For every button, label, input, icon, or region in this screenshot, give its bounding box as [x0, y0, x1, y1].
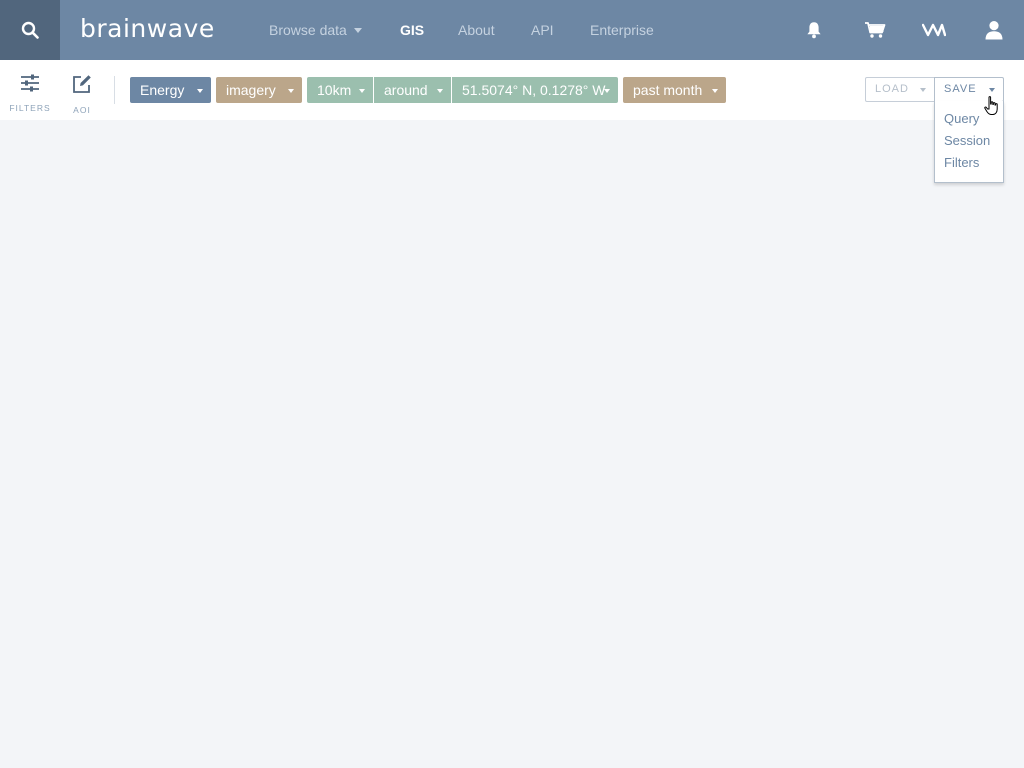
load-button[interactable]: LOAD	[865, 77, 935, 102]
chevron-down-icon	[359, 89, 365, 93]
account-button[interactable]	[980, 16, 1008, 44]
chevron-down-icon	[288, 89, 294, 93]
filter-toolbar: FILTERS AOI Energy imagery 10km around 5…	[0, 60, 1024, 120]
filters-label: FILTERS	[9, 103, 51, 113]
brand-logo[interactable]: brainwave	[80, 12, 215, 46]
cart-icon	[865, 22, 886, 38]
nav-about[interactable]: About	[458, 0, 495, 60]
user-icon	[985, 21, 1003, 40]
cart-button[interactable]	[861, 16, 889, 44]
filter-chip-relation[interactable]: around	[373, 77, 451, 103]
chevron-down-icon	[353, 28, 362, 33]
main-content-area	[0, 120, 1024, 768]
hand-pointer-cursor-icon	[984, 96, 998, 115]
chevron-down-icon	[920, 88, 926, 92]
filter-chip-time-range[interactable]: past month	[623, 77, 726, 103]
chevron-down-icon	[989, 88, 995, 92]
toolbar-divider	[114, 76, 115, 104]
search-button[interactable]	[0, 0, 60, 60]
nav-enterprise[interactable]: Enterprise	[590, 0, 654, 60]
filter-chip-location-label: 51.5074° N, 0.1278° W	[462, 82, 606, 98]
filter-chip-relation-label: around	[384, 82, 428, 98]
bell-icon	[807, 22, 821, 39]
nav-browse-data-label: Browse data	[269, 22, 347, 38]
filter-chip-type[interactable]: imagery	[216, 77, 302, 103]
notifications-button[interactable]	[800, 16, 828, 44]
load-button-label: LOAD	[875, 83, 909, 95]
filter-chip-time-range-label: past month	[633, 82, 703, 98]
chevron-down-icon	[712, 89, 718, 93]
top-navbar: brainwave Browse data GIS About API Ente…	[0, 0, 1024, 60]
filter-chip-category[interactable]: Energy	[130, 77, 211, 103]
nav-browse-data[interactable]: Browse data	[269, 0, 362, 60]
brand-mark-icon	[922, 23, 946, 37]
chevron-down-icon	[197, 89, 203, 93]
brand-mark-button[interactable]	[920, 16, 948, 44]
filter-chip-category-label: Energy	[140, 82, 185, 98]
aoi-label: AOI	[73, 105, 91, 115]
filter-chip-radius[interactable]: 10km	[307, 77, 373, 103]
chevron-down-icon	[437, 89, 443, 93]
aoi-button[interactable]: AOI	[60, 74, 104, 115]
sliders-icon	[21, 74, 39, 92]
edit-icon	[73, 75, 91, 93]
filters-button[interactable]: FILTERS	[8, 74, 52, 113]
filter-chip-type-label: imagery	[226, 82, 276, 98]
save-button-label: SAVE	[944, 83, 977, 95]
chevron-down-icon	[604, 89, 610, 93]
search-icon	[21, 21, 39, 39]
filter-chip-radius-label: 10km	[317, 82, 352, 98]
nav-api[interactable]: API	[531, 0, 554, 60]
filter-chip-location[interactable]: 51.5074° N, 0.1278° W	[451, 77, 618, 103]
nav-gis[interactable]: GIS	[400, 0, 424, 60]
